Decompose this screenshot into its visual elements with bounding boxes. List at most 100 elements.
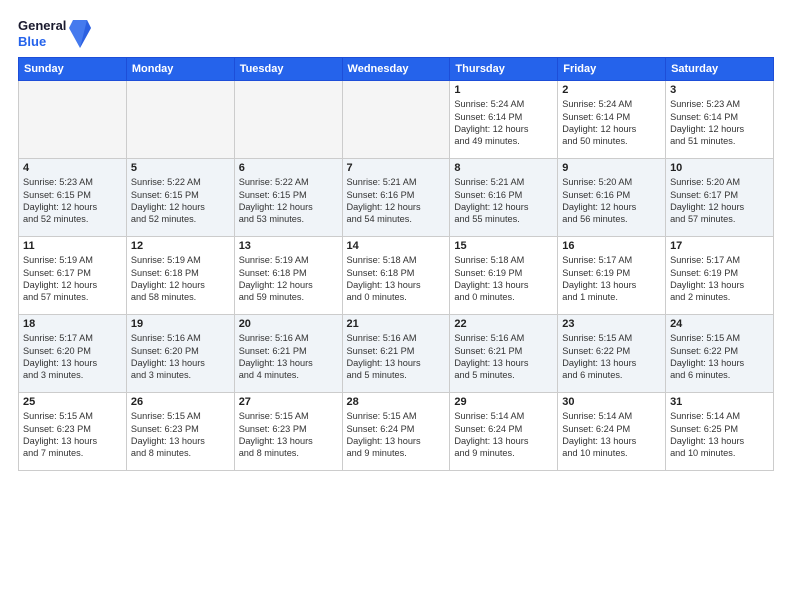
calendar-week-row: 18Sunrise: 5:17 AM Sunset: 6:20 PM Dayli… bbox=[19, 315, 774, 393]
calendar-cell: 17 Sunrise: 5:17 AM Sunset: 6:19 PM Dayli… bbox=[666, 237, 774, 315]
calendar-cell: 18Sunrise: 5:17 AM Sunset: 6:20 PM Dayli… bbox=[19, 315, 127, 393]
weekday-header: Wednesday bbox=[342, 58, 450, 81]
calendar-cell: 26 Sunrise: 5:15 AM Sunset: 6:23 PM Dayli… bbox=[126, 393, 234, 471]
calendar-cell: 7 Sunrise: 5:21 AM Sunset: 6:16 PM Daylig… bbox=[342, 159, 450, 237]
day-number: 21 bbox=[347, 318, 446, 330]
calendar-week-row: 25Sunrise: 5:15 AM Sunset: 6:23 PM Dayli… bbox=[19, 393, 774, 471]
day-number: 20 bbox=[239, 318, 338, 330]
weekday-header: Thursday bbox=[450, 58, 558, 81]
day-info: Sunrise: 5:15 AM Sunset: 6:23 PM Dayligh… bbox=[131, 410, 230, 460]
day-number: 1 bbox=[454, 84, 553, 96]
calendar-cell: 12 Sunrise: 5:19 AM Sunset: 6:18 PM Dayli… bbox=[126, 237, 234, 315]
page-header: General Blue bbox=[18, 18, 774, 49]
day-number: 14 bbox=[347, 240, 446, 252]
day-number: 4 bbox=[23, 162, 122, 174]
calendar-cell: 11Sunrise: 5:19 AM Sunset: 6:17 PM Dayli… bbox=[19, 237, 127, 315]
calendar-cell: 13 Sunrise: 5:19 AM Sunset: 6:18 PM Dayli… bbox=[234, 237, 342, 315]
calendar-week-row: 1 Sunrise: 5:24 AM Sunset: 6:14 PM Daylig… bbox=[19, 81, 774, 159]
day-number: 16 bbox=[562, 240, 661, 252]
calendar-cell: 24 Sunrise: 5:15 AM Sunset: 6:22 PM Dayli… bbox=[666, 315, 774, 393]
day-number: 12 bbox=[131, 240, 230, 252]
day-number: 5 bbox=[131, 162, 230, 174]
day-number: 7 bbox=[347, 162, 446, 174]
weekday-header: Saturday bbox=[666, 58, 774, 81]
day-number: 27 bbox=[239, 396, 338, 408]
day-info: Sunrise: 5:17 AM Sunset: 6:19 PM Dayligh… bbox=[562, 254, 661, 304]
day-info: Sunrise: 5:17 AM Sunset: 6:19 PM Dayligh… bbox=[670, 254, 769, 304]
calendar-cell: 30Sunrise: 5:14 AM Sunset: 6:24 PM Dayli… bbox=[558, 393, 666, 471]
day-info: Sunrise: 5:16 AM Sunset: 6:20 PM Dayligh… bbox=[131, 332, 230, 382]
calendar-cell: 25Sunrise: 5:15 AM Sunset: 6:23 PM Dayli… bbox=[19, 393, 127, 471]
calendar-cell: 22Sunrise: 5:16 AM Sunset: 6:21 PM Dayli… bbox=[450, 315, 558, 393]
calendar-cell: 9 Sunrise: 5:20 AM Sunset: 6:16 PM Daylig… bbox=[558, 159, 666, 237]
calendar-cell bbox=[234, 81, 342, 159]
day-number: 28 bbox=[347, 396, 446, 408]
day-number: 19 bbox=[131, 318, 230, 330]
day-info: Sunrise: 5:14 AM Sunset: 6:24 PM Dayligh… bbox=[454, 410, 553, 460]
calendar-cell: 10 Sunrise: 5:20 AM Sunset: 6:17 PM Dayli… bbox=[666, 159, 774, 237]
calendar-cell: 19 Sunrise: 5:16 AM Sunset: 6:20 PM Dayli… bbox=[126, 315, 234, 393]
calendar-cell: 3 Sunrise: 5:23 AM Sunset: 6:14 PM Daylig… bbox=[666, 81, 774, 159]
calendar-week-row: 11Sunrise: 5:19 AM Sunset: 6:17 PM Dayli… bbox=[19, 237, 774, 315]
day-number: 9 bbox=[562, 162, 661, 174]
day-number: 10 bbox=[670, 162, 769, 174]
day-info: Sunrise: 5:22 AM Sunset: 6:15 PM Dayligh… bbox=[239, 176, 338, 226]
logo-general: General bbox=[18, 18, 66, 34]
logo: General Blue bbox=[18, 18, 91, 49]
day-info: Sunrise: 5:23 AM Sunset: 6:15 PM Dayligh… bbox=[23, 176, 122, 226]
day-number: 23 bbox=[562, 318, 661, 330]
day-info: Sunrise: 5:16 AM Sunset: 6:21 PM Dayligh… bbox=[239, 332, 338, 382]
day-number: 13 bbox=[239, 240, 338, 252]
calendar-page: General Blue SundayMondayTuesdayWednesda… bbox=[0, 0, 792, 612]
day-number: 31 bbox=[670, 396, 769, 408]
day-number: 18 bbox=[23, 318, 122, 330]
calendar-cell: 1 Sunrise: 5:24 AM Sunset: 6:14 PM Daylig… bbox=[450, 81, 558, 159]
day-number: 17 bbox=[670, 240, 769, 252]
day-number: 24 bbox=[670, 318, 769, 330]
day-info: Sunrise: 5:20 AM Sunset: 6:17 PM Dayligh… bbox=[670, 176, 769, 226]
calendar-cell bbox=[126, 81, 234, 159]
weekday-header: Sunday bbox=[19, 58, 127, 81]
weekday-header: Tuesday bbox=[234, 58, 342, 81]
calendar-cell: 2 Sunrise: 5:24 AM Sunset: 6:14 PM Daylig… bbox=[558, 81, 666, 159]
weekday-header: Monday bbox=[126, 58, 234, 81]
day-info: Sunrise: 5:18 AM Sunset: 6:18 PM Dayligh… bbox=[347, 254, 446, 304]
day-info: Sunrise: 5:24 AM Sunset: 6:14 PM Dayligh… bbox=[562, 98, 661, 148]
day-info: Sunrise: 5:14 AM Sunset: 6:24 PM Dayligh… bbox=[562, 410, 661, 460]
day-number: 3 bbox=[670, 84, 769, 96]
day-info: Sunrise: 5:14 AM Sunset: 6:25 PM Dayligh… bbox=[670, 410, 769, 460]
calendar-cell: 27Sunrise: 5:15 AM Sunset: 6:23 PM Dayli… bbox=[234, 393, 342, 471]
calendar-cell: 4 Sunrise: 5:23 AM Sunset: 6:15 PM Daylig… bbox=[19, 159, 127, 237]
logo-text: General Blue bbox=[18, 18, 66, 49]
day-number: 8 bbox=[454, 162, 553, 174]
day-info: Sunrise: 5:19 AM Sunset: 6:18 PM Dayligh… bbox=[131, 254, 230, 304]
calendar-cell: 5Sunrise: 5:22 AM Sunset: 6:15 PM Daylig… bbox=[126, 159, 234, 237]
calendar-cell: 23Sunrise: 5:15 AM Sunset: 6:22 PM Dayli… bbox=[558, 315, 666, 393]
weekday-header: Friday bbox=[558, 58, 666, 81]
day-info: Sunrise: 5:16 AM Sunset: 6:21 PM Dayligh… bbox=[454, 332, 553, 382]
day-info: Sunrise: 5:19 AM Sunset: 6:18 PM Dayligh… bbox=[239, 254, 338, 304]
day-number: 2 bbox=[562, 84, 661, 96]
day-info: Sunrise: 5:21 AM Sunset: 6:16 PM Dayligh… bbox=[347, 176, 446, 226]
day-info: Sunrise: 5:18 AM Sunset: 6:19 PM Dayligh… bbox=[454, 254, 553, 304]
day-info: Sunrise: 5:24 AM Sunset: 6:14 PM Dayligh… bbox=[454, 98, 553, 148]
day-number: 6 bbox=[239, 162, 338, 174]
day-info: Sunrise: 5:19 AM Sunset: 6:17 PM Dayligh… bbox=[23, 254, 122, 304]
calendar-week-row: 4 Sunrise: 5:23 AM Sunset: 6:15 PM Daylig… bbox=[19, 159, 774, 237]
calendar-cell bbox=[342, 81, 450, 159]
weekday-header-row: SundayMondayTuesdayWednesdayThursdayFrid… bbox=[19, 58, 774, 81]
day-number: 26 bbox=[131, 396, 230, 408]
calendar-cell: 21Sunrise: 5:16 AM Sunset: 6:21 PM Dayli… bbox=[342, 315, 450, 393]
day-info: Sunrise: 5:23 AM Sunset: 6:14 PM Dayligh… bbox=[670, 98, 769, 148]
calendar-cell: 15 Sunrise: 5:18 AM Sunset: 6:19 PM Dayli… bbox=[450, 237, 558, 315]
calendar-cell: 8 Sunrise: 5:21 AM Sunset: 6:16 PM Daylig… bbox=[450, 159, 558, 237]
day-info: Sunrise: 5:15 AM Sunset: 6:22 PM Dayligh… bbox=[670, 332, 769, 382]
day-info: Sunrise: 5:15 AM Sunset: 6:24 PM Dayligh… bbox=[347, 410, 446, 460]
calendar-cell: 6 Sunrise: 5:22 AM Sunset: 6:15 PM Daylig… bbox=[234, 159, 342, 237]
day-info: Sunrise: 5:20 AM Sunset: 6:16 PM Dayligh… bbox=[562, 176, 661, 226]
calendar-cell: 14 Sunrise: 5:18 AM Sunset: 6:18 PM Dayli… bbox=[342, 237, 450, 315]
calendar-cell: 16 Sunrise: 5:17 AM Sunset: 6:19 PM Dayli… bbox=[558, 237, 666, 315]
calendar-cell: 31 Sunrise: 5:14 AM Sunset: 6:25 PM Dayli… bbox=[666, 393, 774, 471]
day-number: 15 bbox=[454, 240, 553, 252]
day-info: Sunrise: 5:21 AM Sunset: 6:16 PM Dayligh… bbox=[454, 176, 553, 226]
